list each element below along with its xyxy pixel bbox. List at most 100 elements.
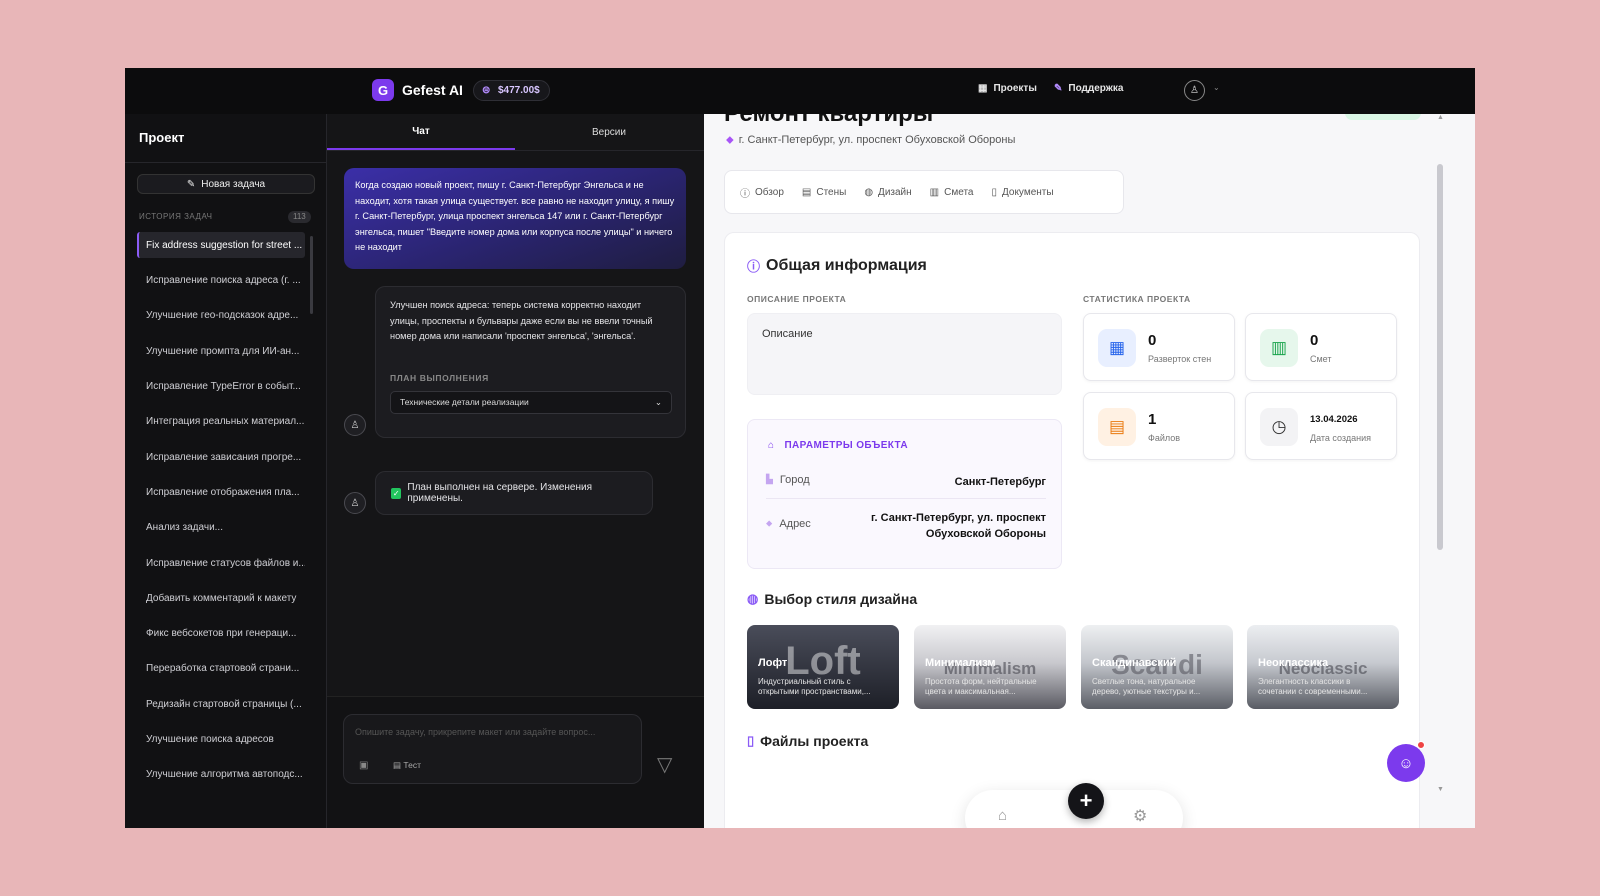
section-design: ◍ Выбор стиля дизайна <box>747 591 917 607</box>
history-item[interactable]: Исправление поиска адреса (г. ... <box>137 263 305 298</box>
project-panel: Ремонт квартиры ⬥ г. Санкт-Петербург, ул… <box>704 114 1475 828</box>
object-params: ⌂ ПАРАМЕТРЫ ОБЪЕКТА ▙ Город Санкт-Петербу… <box>747 419 1062 569</box>
map-pin-icon: ⬥ <box>766 518 773 528</box>
param-address: ⬥ Адрес г. Санкт-Петербург, ул. проспект … <box>766 510 1046 542</box>
task-sidebar: Проект ✎ Новая задача ИСТОРИЯ ЗАДАЧ 113 … <box>125 114 327 828</box>
user-message: Когда создаю новый проект, пишу г. Санкт… <box>344 168 686 269</box>
info-icon: ⓘ <box>747 259 761 274</box>
tab-label: Дизайн <box>878 186 912 198</box>
tab-estimate[interactable]: ▥ Смета <box>930 187 974 198</box>
send-icon[interactable]: ▽ <box>657 752 672 777</box>
logo-icon: G <box>372 79 394 101</box>
history-item[interactable]: Редизайн стартовой страницы (... <box>137 687 305 722</box>
history-item[interactable]: Переработка стартовой страни... <box>137 651 305 686</box>
message-composer[interactable]: Опишите задачу, прикрепите макет или зад… <box>343 714 642 784</box>
checkmark-icon: ✓ <box>391 487 402 499</box>
home-icon[interactable]: ⌂ <box>998 807 1007 824</box>
tab-walls[interactable]: ▤ Стены <box>802 187 846 198</box>
palette-icon: ◍ <box>864 186 874 198</box>
sidebar-title: Проект <box>139 130 185 145</box>
history-item[interactable]: Фикс вебсокетов при генераци... <box>137 616 305 651</box>
section-general: ⓘ Общая информация <box>747 256 927 275</box>
tab-design[interactable]: ◍ Дизайн <box>864 187 911 198</box>
description-text: Описание <box>762 328 813 340</box>
description-field[interactable]: Описание <box>747 313 1062 395</box>
history-item[interactable]: Исправление зависания прогре... <box>137 439 305 474</box>
map-pin-icon: ⬥ <box>726 134 734 146</box>
message-input[interactable]: Опишите задачу, прикрепите макет или зад… <box>355 727 595 737</box>
history-item[interactable]: Улучшение алгоритма автоподс... <box>137 757 305 792</box>
nav-projects[interactable]: ▦ Проекты <box>978 83 1037 94</box>
params-title-text: ПАРАМЕТРЫ ОБЪЕКТА <box>784 440 909 451</box>
balance-badge[interactable]: ⊜ $477.00$ <box>473 80 550 101</box>
new-task-button[interactable]: ✎ Новая задача <box>137 174 315 194</box>
building-icon: ⌂ <box>768 440 775 451</box>
assistant-bot-button[interactable]: ☺ <box>1387 744 1425 782</box>
tab-documents[interactable]: ▯ Документы <box>991 187 1053 198</box>
main-scrollbar[interactable] <box>1437 164 1443 550</box>
nav-projects-label: Проекты <box>993 83 1037 94</box>
image-attach-icon[interactable]: ▣ <box>359 760 368 771</box>
style-desc: Элегантность классики в сочетании с совр… <box>1258 677 1368 696</box>
stat-walls: ▦ 0 Разверток стен <box>1083 313 1235 381</box>
style-card-neoclassic[interactable]: Neoclassic Неоклассика Элегантность клас… <box>1247 625 1399 709</box>
gear-icon[interactable]: ⚙ <box>1133 806 1147 826</box>
calculator-icon: ▥ <box>1260 329 1298 367</box>
coins-icon: ⊜ <box>482 85 491 96</box>
section-design-title: Выбор стиля дизайна <box>764 591 918 607</box>
pencil-icon: ✎ <box>186 178 196 190</box>
overview-card: ⓘ Общая информация ОПИСАНИЕ ПРОЕКТА СТАТ… <box>724 232 1420 828</box>
info-icon: ⓘ <box>740 188 750 200</box>
sidebar-scrollbar[interactable] <box>310 236 313 314</box>
history-item[interactable]: Исправление статусов файлов и... <box>137 545 305 580</box>
stat-value: 0 <box>1148 332 1157 349</box>
history-item[interactable]: Fix address suggestion for street ... <box>137 232 305 258</box>
tab-label: Обзор <box>755 186 784 198</box>
scroll-up-icon[interactable]: ▲ <box>1437 114 1444 121</box>
stat-files: ▤ 1 Файлов <box>1083 392 1235 460</box>
scroll-down-icon[interactable]: ▼ <box>1437 786 1444 793</box>
plan-select-value: Технические детали реализации <box>400 396 529 407</box>
tab-overview[interactable]: ⓘ Обзор <box>740 185 784 200</box>
style-card-minimalism[interactable]: Minimalism Минимализм Простота форм, ней… <box>914 625 1066 709</box>
chevron-down-icon[interactable]: ⌄ <box>1213 83 1220 92</box>
param-city: ▙ Город Санкт-Петербург <box>766 474 1046 490</box>
completion-text: План выполнен на сервере. Изменения прим… <box>407 482 592 504</box>
assistant-avatar-icon: ♙ <box>344 414 366 436</box>
tab-label: Стены <box>816 186 847 198</box>
user-icon: ♙ <box>1190 85 1199 96</box>
plan-details-select[interactable]: Технические детали реализации ⌄ <box>390 391 672 414</box>
history-item[interactable]: Исправление TypeError в событ... <box>137 369 305 404</box>
files-icon: ▤ <box>1098 408 1136 446</box>
stat-value: 1 <box>1148 411 1157 428</box>
tab-versions[interactable]: Версии <box>515 114 703 150</box>
calendar-clock-icon: ◷ <box>1260 408 1298 446</box>
test-label: Тест <box>403 760 421 770</box>
divider <box>327 150 704 151</box>
user-avatar[interactable]: ♙ <box>1184 80 1205 101</box>
status-badge <box>1345 114 1421 120</box>
history-item[interactable]: Улучшение гео-подсказок адре... <box>137 298 305 333</box>
history-item[interactable]: Интеграция реальных материал... <box>137 404 305 439</box>
stat-label: Разверток стен <box>1148 354 1212 364</box>
style-name: Неоклассика <box>1258 657 1329 669</box>
nav-support[interactable]: ✎ Поддержка <box>1054 83 1123 94</box>
style-card-scandi[interactable]: Scandi Скандинавский Светлые тона, натур… <box>1081 625 1233 709</box>
add-button[interactable]: + <box>1068 783 1104 819</box>
history-item[interactable]: Исправление отображения пла... <box>137 475 305 510</box>
building-icon: ▙ <box>766 474 773 484</box>
style-card-loft[interactable]: Loft Лофт Индустриальный стиль с открыты… <box>747 625 899 709</box>
tab-chat[interactable]: Чат <box>327 114 515 150</box>
clipboard-icon: ▤ <box>393 760 402 770</box>
stats-label: СТАТИСТИКА ПРОЕКТА <box>1083 294 1191 304</box>
test-button[interactable]: ▤ Тест <box>393 760 421 771</box>
description-label: ОПИСАНИЕ ПРОЕКТА <box>747 294 847 304</box>
history-item[interactable]: Анализ задачи... <box>137 510 305 545</box>
history-item[interactable]: Добавить комментарий к макету <box>137 581 305 616</box>
history-item[interactable]: Улучшение промпта для ИИ-ан... <box>137 334 305 369</box>
assistant-message-text: Улучшен поиск адреса: теперь система кор… <box>390 300 653 341</box>
stat-label: Смет <box>1310 354 1332 364</box>
history-label: ИСТОРИЯ ЗАДАЧ <box>139 212 213 221</box>
bot-icon: ☺ <box>1398 754 1414 772</box>
history-item[interactable]: Улучшение поиска адресов <box>137 722 305 757</box>
